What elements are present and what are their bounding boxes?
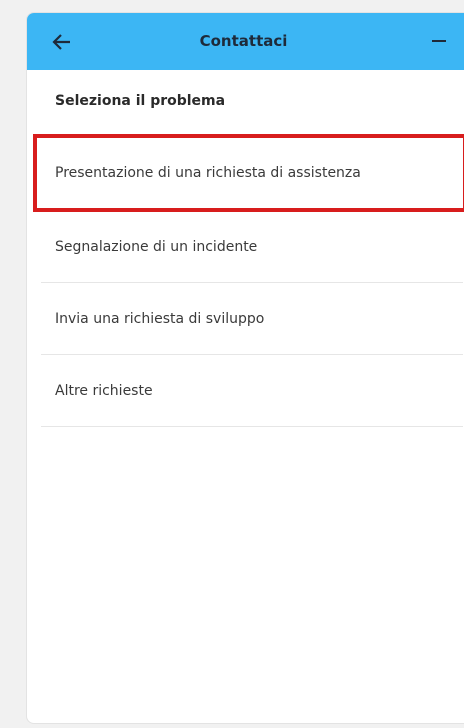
option-support-request[interactable]: Presentazione di una richiesta di assist… — [33, 134, 464, 212]
option-label: Presentazione di una richiesta di assist… — [55, 165, 361, 181]
option-development-request[interactable]: Invia una richiesta di sviluppo — [41, 283, 463, 355]
section-heading: Seleziona il problema — [55, 93, 226, 109]
contact-panel: Contattaci Seleziona il problema Present… — [26, 12, 464, 724]
panel-header: Contattaci — [27, 13, 464, 70]
option-label: Altre richieste — [55, 382, 153, 399]
option-label: Invia una richiesta di sviluppo — [55, 310, 265, 327]
option-label: Segnalazione di un incidente — [55, 238, 258, 255]
option-incident-report[interactable]: Segnalazione di un incidente — [41, 211, 463, 283]
page-title: Contattaci — [199, 32, 288, 50]
minus-icon[interactable] — [432, 40, 446, 42]
option-other-requests[interactable]: Altre richieste — [41, 355, 463, 427]
